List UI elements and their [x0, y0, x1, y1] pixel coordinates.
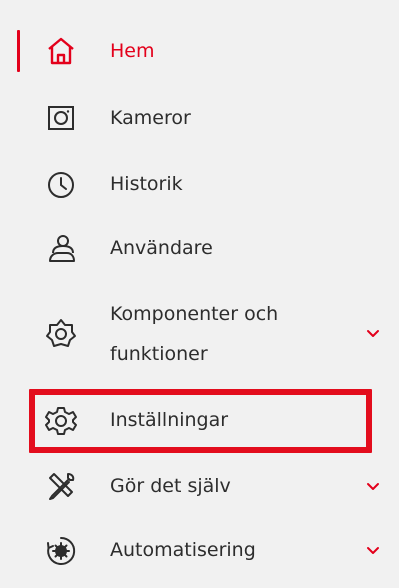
nav-item-kameror[interactable]: Kameror: [0, 98, 399, 140]
nav-label-hem: Hem: [110, 40, 155, 62]
nav-item-komponenter[interactable]: Komponenter och funktioner: [0, 294, 399, 374]
chevron-down-icon[interactable]: [363, 477, 383, 497]
active-indicator: [17, 30, 20, 72]
nav-item-gor-det-sjalv[interactable]: Gör det själv: [0, 466, 399, 508]
tools-icon: [44, 470, 78, 504]
nav-label-anvandare: Användare: [110, 237, 213, 259]
camera-icon: [44, 101, 78, 135]
nav-label-komponenter: Komponenter och funktioner: [110, 303, 279, 365]
highlight-box: [29, 389, 372, 453]
nav-label-kameror: Kameror: [110, 107, 191, 129]
chevron-down-icon[interactable]: [363, 324, 383, 344]
automation-icon: [44, 534, 78, 568]
home-icon: [44, 34, 78, 68]
users-icon: [44, 232, 78, 266]
nav-item-automatisering[interactable]: Automatisering: [0, 530, 399, 572]
clock-icon: [44, 168, 78, 202]
nav-item-anvandare[interactable]: Användare: [0, 228, 399, 270]
nav-item-historik[interactable]: Historik: [0, 164, 399, 206]
nav-label-gor-det-sjalv: Gör det själv: [110, 475, 231, 497]
nav-item-hem[interactable]: Hem: [0, 30, 399, 72]
nav-label-automatisering: Automatisering: [110, 539, 256, 561]
component-icon: [44, 316, 78, 350]
nav-label-historik: Historik: [110, 173, 183, 195]
chevron-down-icon[interactable]: [363, 541, 383, 561]
